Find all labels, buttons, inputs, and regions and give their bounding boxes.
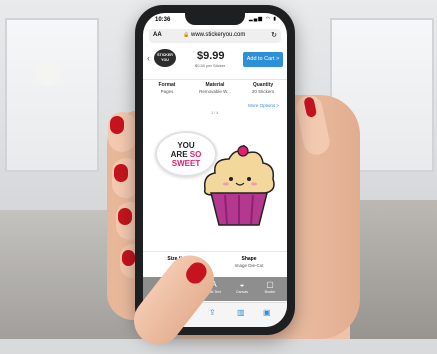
tabs-icon[interactable]: ▣ xyxy=(263,308,271,317)
logo[interactable]: STICKER YOU xyxy=(154,49,176,67)
shape-value: Image Die-Cut xyxy=(234,263,264,268)
nail xyxy=(122,250,135,266)
bookmarks-icon[interactable]: ▥ xyxy=(237,308,245,317)
nail xyxy=(303,96,318,119)
back-chevron-icon[interactable]: ‹ xyxy=(147,53,150,63)
option-quantity[interactable]: Quantity 20 Stickers xyxy=(239,82,287,94)
share-icon[interactable]: ⇪ xyxy=(209,308,216,317)
border-icon: ▢ xyxy=(266,280,274,289)
window xyxy=(5,18,99,172)
cupcake-sticker[interactable] xyxy=(201,145,277,229)
reload-icon[interactable]: ↻ xyxy=(271,31,277,39)
option-label: Format xyxy=(158,82,176,88)
status-bar: 10:36 ▂▄▆ ◠ ▮ xyxy=(143,13,287,27)
sticker-text-so: SO xyxy=(189,150,202,159)
lock-icon: 🔒 xyxy=(183,32,190,38)
option-material[interactable]: Material Removable W... xyxy=(191,82,239,94)
border-tool[interactable]: ▢ Border xyxy=(257,280,283,294)
nail xyxy=(118,208,132,225)
add-to-cart-button[interactable]: Add to Cart > xyxy=(243,52,283,67)
left-finger xyxy=(108,112,136,152)
option-value: 20 Stickers xyxy=(251,89,275,94)
price-per-sticker: $0.50 per Sticker xyxy=(195,63,226,68)
option-value: Pages xyxy=(160,89,174,94)
nail xyxy=(182,258,211,288)
options-row: Format Pages Material Removable W... Qua… xyxy=(143,80,287,102)
nail xyxy=(110,116,124,134)
tool-label: Border xyxy=(264,290,276,294)
product-header: ‹ STICKER YOU $9.99 $0.50 per Sticker Ad… xyxy=(143,45,287,80)
tool-label: Canvas xyxy=(235,290,249,294)
option-value: Removable W... xyxy=(199,89,231,94)
canvas-tool[interactable]: ◒ Canvas xyxy=(229,280,255,294)
option-label: Material xyxy=(205,82,225,88)
address-bar[interactable]: AA 🔒 www.stickeryou.com ↻ xyxy=(149,29,281,43)
canvas-icon: ◒ xyxy=(239,280,245,289)
lamp xyxy=(35,60,61,86)
url-text[interactable]: www.stickeryou.com xyxy=(191,32,245,38)
more-options-link[interactable]: More Options > xyxy=(248,103,279,108)
signal-icons: ▂▄▆ ◠ ▮ xyxy=(248,16,277,22)
price: $9.99 xyxy=(197,50,225,62)
page-indicator: 1 / 4 xyxy=(211,111,219,115)
option-format[interactable]: Format Pages xyxy=(143,82,191,94)
sticker-preview[interactable]: YOU ARE SO SWEET xyxy=(143,117,287,241)
sticker-text-are: ARE xyxy=(170,150,190,159)
reader-button[interactable]: AA xyxy=(153,32,162,38)
shape-option[interactable]: Shape Image Die-Cut xyxy=(219,256,279,268)
nail xyxy=(114,164,128,182)
option-label: Quantity xyxy=(252,82,274,88)
shape-label: Shape xyxy=(241,256,257,262)
status-time: 10:36 xyxy=(155,17,171,23)
